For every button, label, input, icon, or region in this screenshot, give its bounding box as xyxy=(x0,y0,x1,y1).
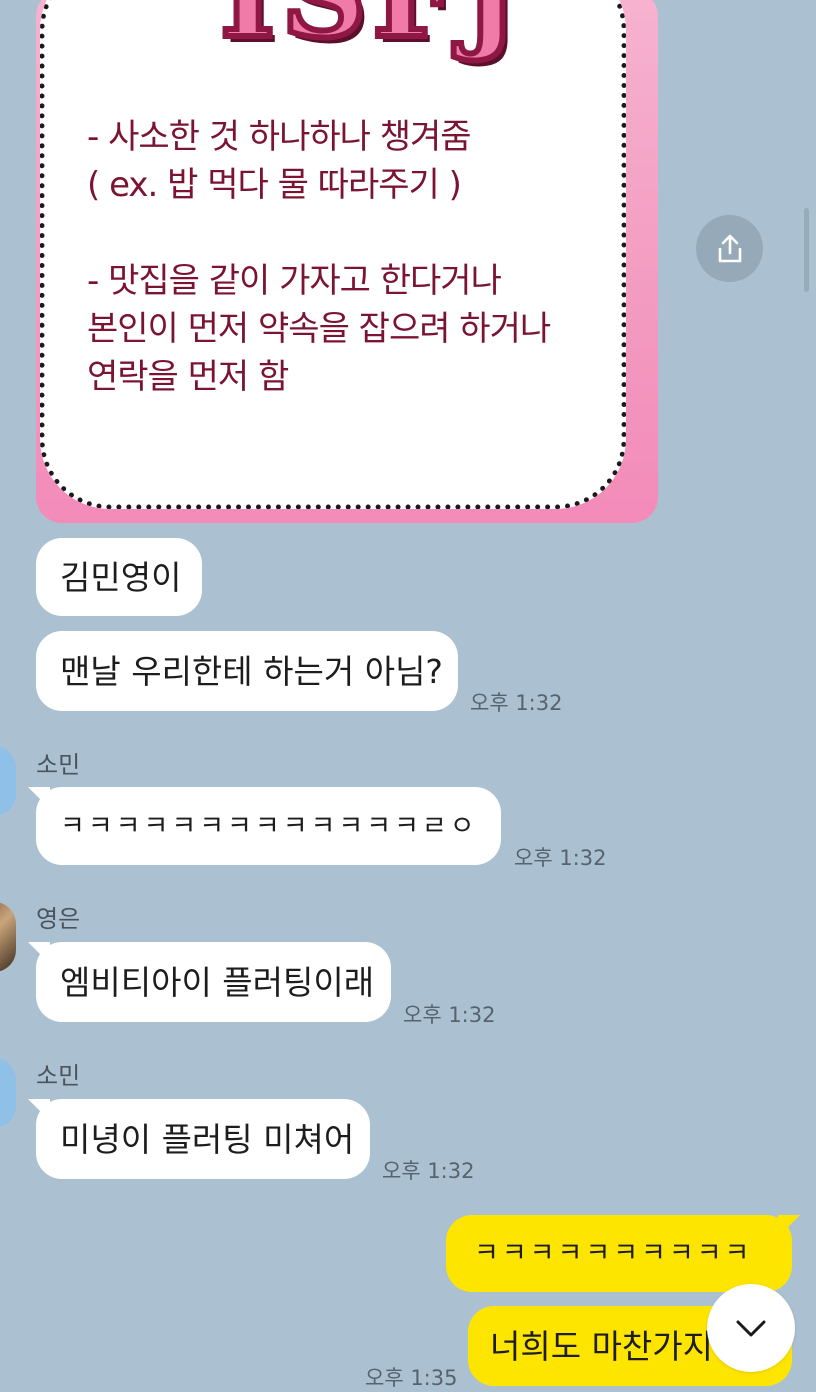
my-message-bubble[interactable]: ㅋㅋㅋㅋㅋㅋㅋㅋㅋㅋ xyxy=(446,1215,792,1292)
image-line: - 사소한 것 하나하나 챙겨줌 xyxy=(87,117,472,157)
image-card-frame: ISFJ - 사소한 것 하나하나 챙겨줌 ( ex. 밥 먹다 물 따라주기 … xyxy=(40,0,626,509)
sender-name: 소민 xyxy=(36,1062,81,1090)
image-line-gap xyxy=(87,209,627,257)
avatar[interactable] xyxy=(0,746,16,816)
message-time: 오후 1:32 xyxy=(403,1003,496,1027)
message-text: 엠비티아이 플러팅이래 xyxy=(60,962,375,1002)
image-text: - 사소한 것 하나하나 챙겨줌 ( ex. 밥 먹다 물 따라주기 ) - 맛… xyxy=(87,113,627,401)
message-bubble[interactable]: ㅋㅋㅋㅋㅋㅋㅋㅋㅋㅋㅋㅋㅋㄹㅇ xyxy=(36,787,501,865)
message-text: 미녕이 플러팅 미쳐어 xyxy=(60,1119,355,1159)
message-time: 오후 1:32 xyxy=(382,1159,475,1183)
message-text: ㅋㅋㅋㅋㅋㅋㅋㅋㅋㅋ xyxy=(474,1238,753,1269)
image-line: 본인이 먼저 약속을 잡으려 하거나 xyxy=(87,309,551,349)
sender-name: 소민 xyxy=(36,751,81,779)
image-line: ( ex. 밥 먹다 물 따라주기 ) xyxy=(87,165,462,205)
avatar[interactable] xyxy=(0,1058,16,1128)
shared-image[interactable]: ISFJ - 사소한 것 하나하나 챙겨줌 ( ex. 밥 먹다 물 따라주기 … xyxy=(36,0,658,523)
message-bubble[interactable]: 김민영이 xyxy=(36,538,202,616)
sender-name: 영은 xyxy=(36,905,81,933)
scrollbar[interactable] xyxy=(804,208,809,292)
message-text: ㅋㅋㅋㅋㅋㅋㅋㅋㅋㅋㅋㅋㅋㄹㅇ xyxy=(60,810,478,842)
scroll-down-button[interactable] xyxy=(707,1284,795,1372)
message-time: 오후 1:32 xyxy=(514,846,607,870)
image-title: ISFJ xyxy=(217,0,524,67)
image-line: - 맛집을 같이 가자고 한다거나 xyxy=(87,261,502,301)
message-bubble[interactable]: 맨날 우리한테 하는거 아님? xyxy=(36,631,458,711)
message-time: 오후 1:35 xyxy=(365,1366,458,1390)
avatar[interactable] xyxy=(0,902,16,972)
image-line: 연락을 먼저 함 xyxy=(87,357,289,397)
message-text: 김민영이 xyxy=(60,557,182,597)
message-bubble[interactable]: 엠비티아이 플러팅이래 xyxy=(36,942,391,1022)
share-button[interactable] xyxy=(696,215,763,282)
message-time: 오후 1:32 xyxy=(470,691,563,715)
message-bubble[interactable]: 미녕이 플러팅 미쳐어 xyxy=(36,1099,370,1179)
message-text: 맨날 우리한테 하는거 아님? xyxy=(60,651,443,691)
share-icon xyxy=(718,234,741,262)
chevron-down-icon xyxy=(736,1320,766,1337)
